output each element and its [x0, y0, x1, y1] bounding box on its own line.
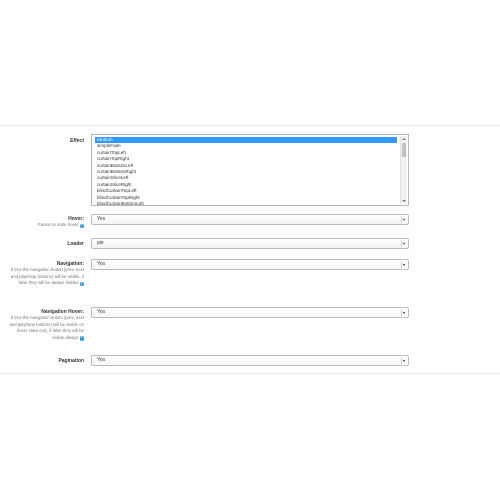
question-circle-icon[interactable]: ? — [79, 223, 84, 228]
effect-label: Effect — [70, 138, 84, 144]
loader-select[interactable]: pie — [91, 238, 409, 249]
scroll-thumb[interactable] — [402, 143, 406, 157]
navigation-hover-select[interactable]: Yes — [91, 307, 409, 318]
effect-option[interactable]: blindCurtainBottomLeft — [95, 201, 397, 205]
hover-help: Pause on state hover? — [4, 222, 84, 229]
navigation-help: If true the navigation button (prev, nex… — [4, 267, 84, 287]
pagination-select[interactable]: Yes — [91, 355, 409, 366]
loader-select-value: pie — [97, 240, 104, 246]
caret-down-icon[interactable] — [401, 309, 407, 316]
question-circle-icon[interactable]: ? — [79, 281, 84, 287]
pagination-label: Pagination — [58, 358, 84, 364]
caret-down-icon[interactable] — [401, 216, 407, 223]
scroll-up-icon[interactable] — [402, 138, 406, 140]
scroll-down-icon[interactable] — [402, 200, 406, 202]
caret-down-icon[interactable] — [401, 240, 407, 247]
hover-select[interactable]: Yes — [91, 214, 409, 225]
caret-down-icon[interactable] — [401, 261, 407, 268]
hover-help-text: Pause on state hover — [37, 222, 79, 227]
hover-select-value: Yes — [97, 216, 106, 222]
navigation-select[interactable]: Yes — [91, 259, 409, 270]
settings-panel: Effect random simpleFade curtainTopLeft … — [0, 125, 500, 374]
listbox-scrollbar[interactable] — [400, 136, 407, 204]
effect-listbox[interactable]: random simpleFade curtainTopLeft curtain… — [91, 134, 409, 206]
loader-label: Loader — [67, 241, 84, 247]
navigation-help-text: If true the navigation button (prev, nex… — [10, 267, 84, 286]
question-circle-icon[interactable]: ? — [79, 336, 84, 341]
caret-down-icon[interactable] — [401, 357, 407, 364]
navigation-hover-select-value: Yes — [97, 309, 106, 315]
navigation-select-value: Yes — [97, 261, 106, 267]
navigation-hover-help-text: If true the navigation button (prev, nex… — [9, 315, 84, 340]
pagination-select-value: Yes — [97, 357, 106, 363]
navigation-hover-help: If true the navigation button (prev, nex… — [4, 315, 84, 341]
